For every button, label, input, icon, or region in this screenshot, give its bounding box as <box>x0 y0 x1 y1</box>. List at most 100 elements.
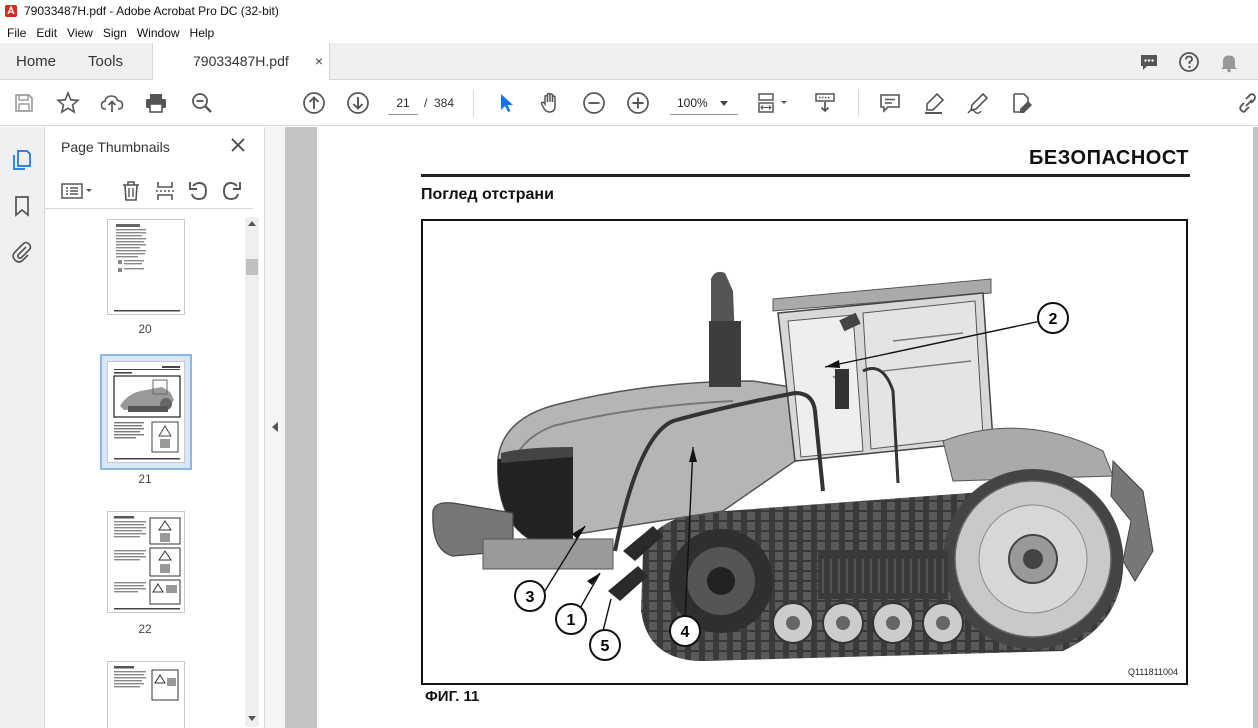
scrollbar-thumb[interactable] <box>246 259 258 275</box>
print-button[interactable] <box>144 91 168 115</box>
menu-edit[interactable]: Edit <box>36 26 57 40</box>
callout-number: 5 <box>601 638 610 655</box>
figure-caption: ФИГ. 11 <box>425 688 480 705</box>
fit-page-icon <box>758 93 787 113</box>
menu-window[interactable]: Window <box>137 26 180 40</box>
thumbnail-scrollbar[interactable] <box>245 217 259 727</box>
page-display-button[interactable] <box>756 91 792 115</box>
bookmark-star-button[interactable] <box>56 91 80 115</box>
zoom-out-button[interactable] <box>582 91 606 115</box>
rotate-right-icon <box>223 182 241 200</box>
comment-bubble-icon[interactable] <box>1138 51 1160 73</box>
left-navigation-rail <box>0 127 45 728</box>
page-number-input[interactable]: 21 <box>388 91 418 115</box>
thumbnail-options-button[interactable] <box>59 179 97 203</box>
main-toolbar: 21 / 384 100% <box>0 80 1258 126</box>
scroll-up-icon[interactable] <box>248 221 256 226</box>
panel-collapse-handle[interactable] <box>265 127 285 728</box>
thumbnail-tools <box>45 173 253 209</box>
select-tool-button[interactable] <box>494 91 518 115</box>
callout-number: 1 <box>567 612 576 629</box>
previous-page-button[interactable] <box>302 91 326 115</box>
hand-tool-button[interactable] <box>538 91 562 115</box>
comment-button[interactable] <box>878 91 902 115</box>
thumbnail-image <box>114 224 180 312</box>
draw-button[interactable] <box>966 91 990 115</box>
thumbnail-image <box>113 366 181 460</box>
chevron-down-icon <box>720 101 728 106</box>
highlighter-icon <box>925 92 945 114</box>
highlight-button[interactable] <box>922 91 946 115</box>
menu-bar: File Edit View Sign Window Help <box>0 22 1258 43</box>
upload-button[interactable] <box>100 91 124 115</box>
page-header: БЕЗОПАСНОСТ <box>1029 147 1189 169</box>
callout-number: 3 <box>526 589 535 606</box>
minus-circle-icon <box>583 92 605 114</box>
insert-page-button[interactable] <box>153 179 177 203</box>
page-thumbnail-23[interactable] <box>107 661 185 728</box>
page-thumbnail-20[interactable] <box>107 219 185 315</box>
tab-tools[interactable]: Tools <box>88 43 123 80</box>
save-button[interactable] <box>12 91 36 115</box>
tab-bar: Home Tools 79033487H.pdf × <box>0 43 1258 81</box>
tractor-illustration <box>432 271 1154 661</box>
next-page-button[interactable] <box>346 91 370 115</box>
link-button[interactable] <box>1236 91 1258 115</box>
cursor-arrow-icon <box>501 94 513 112</box>
rotate-clockwise-button[interactable] <box>220 179 244 203</box>
trash-icon <box>123 181 139 201</box>
callout-3: 3 <box>514 580 546 612</box>
page-thumbnails-panel: Page Thumbnails 20 21 22 <box>45 127 265 728</box>
page-thumbnail-22[interactable] <box>107 511 185 613</box>
close-tab-icon[interactable]: × <box>315 43 323 80</box>
zoom-level-select[interactable]: 100% <box>670 91 738 115</box>
callout-5: 5 <box>589 629 621 661</box>
insert-page-icon <box>156 182 174 200</box>
fill-sign-button[interactable] <box>1010 91 1034 115</box>
rotate-left-icon <box>189 182 207 200</box>
attachment-icon[interactable] <box>10 240 34 264</box>
thumbnail-page-label: 21 <box>138 472 152 486</box>
chevron-left-icon <box>272 422 278 432</box>
menu-view[interactable]: View <box>67 26 93 40</box>
page-total: 384 <box>434 96 455 110</box>
callout-number: 4 <box>681 624 690 641</box>
thumbnail-image <box>114 516 181 610</box>
arrow-up-circle-icon <box>303 92 325 114</box>
scroll-mode-button[interactable] <box>813 91 837 115</box>
section-subtitle: Поглед отстрани <box>421 186 554 203</box>
callout-2: 2 <box>1037 302 1069 334</box>
close-icon[interactable] <box>229 136 247 154</box>
toolbar-divider <box>858 89 859 117</box>
menu-file[interactable]: File <box>7 26 26 40</box>
help-icon[interactable] <box>1178 51 1200 73</box>
page-separator: / <box>424 96 428 110</box>
thumbnail-page-label: 20 <box>138 322 152 336</box>
menu-help[interactable]: Help <box>190 26 215 40</box>
hand-icon <box>540 92 556 113</box>
thumbnail-list: 20 21 22 <box>45 211 245 728</box>
tab-document[interactable]: 79033487H.pdf × <box>152 43 330 81</box>
figure-id: Q111811004 <box>1127 667 1178 677</box>
find-button[interactable] <box>190 91 214 115</box>
title-bar: 79033487H.pdf - Adobe Acrobat Pro DC (32… <box>0 0 1258 22</box>
toolbar-divider <box>473 89 474 117</box>
callout-1: 1 <box>555 603 587 635</box>
zoom-in-button[interactable] <box>626 91 650 115</box>
comment-icon <box>880 94 900 113</box>
document-viewport[interactable]: БЕЗОПАСНОСТ Поглед отстрани 1 2 3 4 5 Q1… <box>285 127 1258 728</box>
tab-home[interactable]: Home <box>16 43 56 80</box>
printer-icon <box>146 94 166 113</box>
page-thumbnail-21[interactable] <box>107 361 185 463</box>
callout-number: 2 <box>1049 311 1058 328</box>
menu-sign[interactable]: Sign <box>103 26 127 40</box>
rotate-counterclockwise-button[interactable] <box>186 179 210 203</box>
save-icon <box>15 94 33 112</box>
plus-circle-icon <box>627 92 649 114</box>
scroll-down-icon[interactable] <box>248 716 256 721</box>
bookmark-icon[interactable] <box>10 194 34 218</box>
delete-page-button[interactable] <box>119 179 143 203</box>
zoom-level-value: 100% <box>677 96 708 110</box>
page-thumbnails-icon[interactable] <box>10 148 34 172</box>
notification-bell-icon[interactable] <box>1218 51 1240 73</box>
